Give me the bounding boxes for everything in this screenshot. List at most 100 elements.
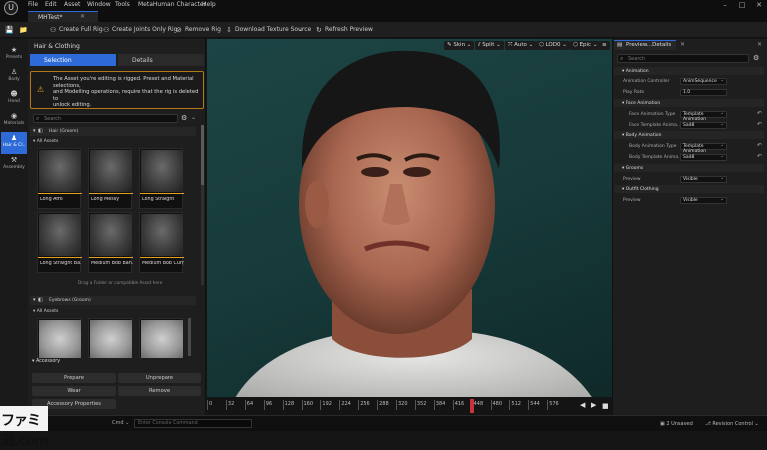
timeline-tick-label: 64 xyxy=(246,401,254,407)
unsaved-indicator[interactable]: ▣ 2 Unsaved xyxy=(660,421,693,427)
menu-asset[interactable]: Asset xyxy=(64,1,80,8)
hair-list-scrollbar[interactable] xyxy=(201,125,204,285)
split-dropdown[interactable]: ⫽ Split ⌄ xyxy=(475,41,504,50)
grooms-preview-label: Preview xyxy=(623,177,641,182)
auto-label: Auto xyxy=(514,42,527,48)
details-tab-close-icon[interactable]: ✕ xyxy=(680,41,685,48)
asset-search-input[interactable]: ⌕ Search xyxy=(33,114,178,123)
play-forward-icon[interactable]: ▶ xyxy=(591,401,596,409)
nav-hair-clothing[interactable]: ♟ Hair & Cl.. xyxy=(1,132,27,154)
hair-item-long-messy[interactable]: Long Messy xyxy=(88,148,133,209)
refresh-preview-button[interactable]: Refresh Preview xyxy=(325,26,373,33)
all-assets-toggle[interactable]: ▾ All Assets xyxy=(33,309,58,314)
eyebrow-list-scrollbar[interactable] xyxy=(188,318,191,356)
timeline-playhead[interactable] xyxy=(470,399,474,413)
tab-selection[interactable]: Selection xyxy=(30,54,116,66)
nav-presets[interactable]: ★ Presets xyxy=(1,44,27,66)
search-placeholder: Search xyxy=(44,116,62,122)
timeline-tick-label: 32 xyxy=(227,401,235,407)
reset-icon[interactable]: ↶ xyxy=(757,142,762,149)
details-search-input[interactable]: ⌕ Search xyxy=(617,54,749,63)
hair-item-long-afro[interactable]: Long Afro xyxy=(37,148,82,209)
unprepare-button[interactable]: Unprepare xyxy=(118,373,201,383)
nav-label: Body xyxy=(8,77,20,82)
body-template-dropdown[interactable]: Sad8 xyxy=(680,154,727,161)
reset-icon[interactable]: ↶ xyxy=(757,121,762,128)
cmd-dropdown[interactable]: Cmd ⌄ xyxy=(112,420,129,426)
remove-rig-button[interactable]: Remove Rig xyxy=(185,26,221,33)
hair-section-header[interactable]: ▾ ◧ Hair (Groom) xyxy=(30,127,196,136)
nav-assembly[interactable]: ⚒ Assembly xyxy=(1,154,27,176)
nav-head[interactable]: ☻ Head xyxy=(1,88,27,110)
details-tab[interactable]: ▤ Preview...Details xyxy=(614,40,676,50)
menu-window[interactable]: Window xyxy=(87,1,111,8)
anim-controller-dropdown[interactable]: AnimSequence xyxy=(680,78,727,85)
menu-file[interactable]: File xyxy=(28,1,38,8)
face-animation-category[interactable]: ▾ Face Animation xyxy=(614,99,764,107)
console-command-input[interactable]: Enter Console Command xyxy=(134,419,252,428)
details-settings-icon[interactable]: ⚙ xyxy=(753,54,759,62)
filter-dropdown-icon[interactable]: ⌄ xyxy=(191,114,196,121)
auto-dropdown[interactable]: ⤧ Auto ⌄ xyxy=(505,41,537,50)
reset-icon[interactable]: ↶ xyxy=(757,110,762,117)
quality-dropdown[interactable]: ⬡ Epic ⌄ xyxy=(570,41,601,50)
timeline-tick-mark xyxy=(433,400,435,410)
minimize-icon[interactable]: – xyxy=(718,0,732,10)
eyebrow-item[interactable] xyxy=(88,318,132,358)
save-icon[interactable]: 💾 xyxy=(5,26,14,34)
nav-materials[interactable]: ◉ Materials xyxy=(1,110,27,132)
gear-icon[interactable]: ⚙ xyxy=(181,114,187,122)
play-icon[interactable]: ◀ xyxy=(580,401,585,409)
viewport-menu-icon[interactable]: ≡ xyxy=(599,41,610,50)
accessory-section-header[interactable]: ▾ Accessory xyxy=(30,359,204,367)
hair-item-long-straight-bangs[interactable]: Long Straight Ba... xyxy=(37,212,82,273)
grooms-preview-dropdown[interactable]: Visible xyxy=(680,176,727,183)
timeline-tick-mark xyxy=(207,400,208,410)
eyebrows-section-header[interactable]: ▾ ◧ Eyebrows (Groom) xyxy=(30,296,196,305)
grooms-category[interactable]: ▾ Grooms xyxy=(614,164,764,172)
all-assets-toggle[interactable]: ▾ All Assets xyxy=(33,139,58,144)
play-rate-input[interactable]: 1.0 xyxy=(680,89,727,96)
hair-item-medium-bob-bangs[interactable]: Medium Bob Ban... xyxy=(88,212,133,273)
menu-help[interactable]: Help xyxy=(202,1,216,8)
menu-metahuman-character[interactable]: MetaHuman Character xyxy=(138,1,206,8)
scrollbar-thumb[interactable] xyxy=(201,125,204,185)
body-anim-type-dropdown[interactable]: Template Animation xyxy=(680,143,727,154)
skin-dropdown[interactable]: ✎ Skin ⌄ xyxy=(444,41,475,50)
eyebrow-item[interactable] xyxy=(37,318,81,358)
face-anim-type-dropdown[interactable]: Template Animation xyxy=(680,111,727,122)
browse-icon[interactable]: 📁 xyxy=(19,26,28,34)
nav-body[interactable]: ♙ Body xyxy=(1,66,27,88)
stop-icon[interactable]: ■ xyxy=(602,402,609,410)
chevron-down-icon[interactable]: ⌄ xyxy=(298,26,303,33)
reset-icon[interactable]: ↶ xyxy=(757,153,762,160)
menu-edit[interactable]: Edit xyxy=(45,1,57,8)
outfit-clothing-category[interactable]: ▾ Outfit Clothing xyxy=(614,185,764,193)
wear-button[interactable]: Wear xyxy=(32,386,116,396)
animation-category[interactable]: ▾ Animation xyxy=(614,67,764,75)
all-assets-label: All Assets xyxy=(36,309,59,314)
hair-item-long-straight[interactable]: Long Straight xyxy=(139,148,184,209)
close-icon[interactable]: ✕ xyxy=(752,0,766,10)
preview-viewport[interactable] xyxy=(207,39,612,415)
quality-label: Epic xyxy=(579,42,592,48)
timeline-tick-label: 480 xyxy=(492,401,503,407)
create-joints-only-rig-button[interactable]: Create Joints Only Rig xyxy=(112,26,177,33)
hair-item-medium-bob-curly[interactable]: Medium Bob Curly xyxy=(139,212,184,273)
document-tab[interactable]: MHTest* ✕ xyxy=(28,11,98,22)
menu-tools[interactable]: Tools xyxy=(115,1,130,8)
create-full-rig-button[interactable]: Create Full Rig xyxy=(59,26,103,33)
body-animation-category[interactable]: ▾ Body Animation xyxy=(614,131,764,139)
outfit-preview-dropdown[interactable]: Visible xyxy=(680,197,727,204)
hair-item-highlight xyxy=(38,193,82,194)
revision-control-button[interactable]: ⎇ Revision Control ⌄ xyxy=(705,421,759,427)
face-template-dropdown[interactable]: Sad8 xyxy=(680,122,727,129)
maximize-icon[interactable]: □ xyxy=(735,0,749,10)
details-panel-close-icon[interactable]: ✕ xyxy=(757,41,762,48)
tab-details[interactable]: Details xyxy=(118,54,204,66)
eyebrow-item[interactable] xyxy=(139,318,183,358)
lod-dropdown[interactable]: ⬡ LOD0 ⌄ xyxy=(536,41,570,50)
prepare-button[interactable]: Prepare xyxy=(32,373,116,383)
tab-close-icon[interactable]: ✕ xyxy=(80,13,85,20)
remove-button[interactable]: Remove xyxy=(118,386,201,396)
